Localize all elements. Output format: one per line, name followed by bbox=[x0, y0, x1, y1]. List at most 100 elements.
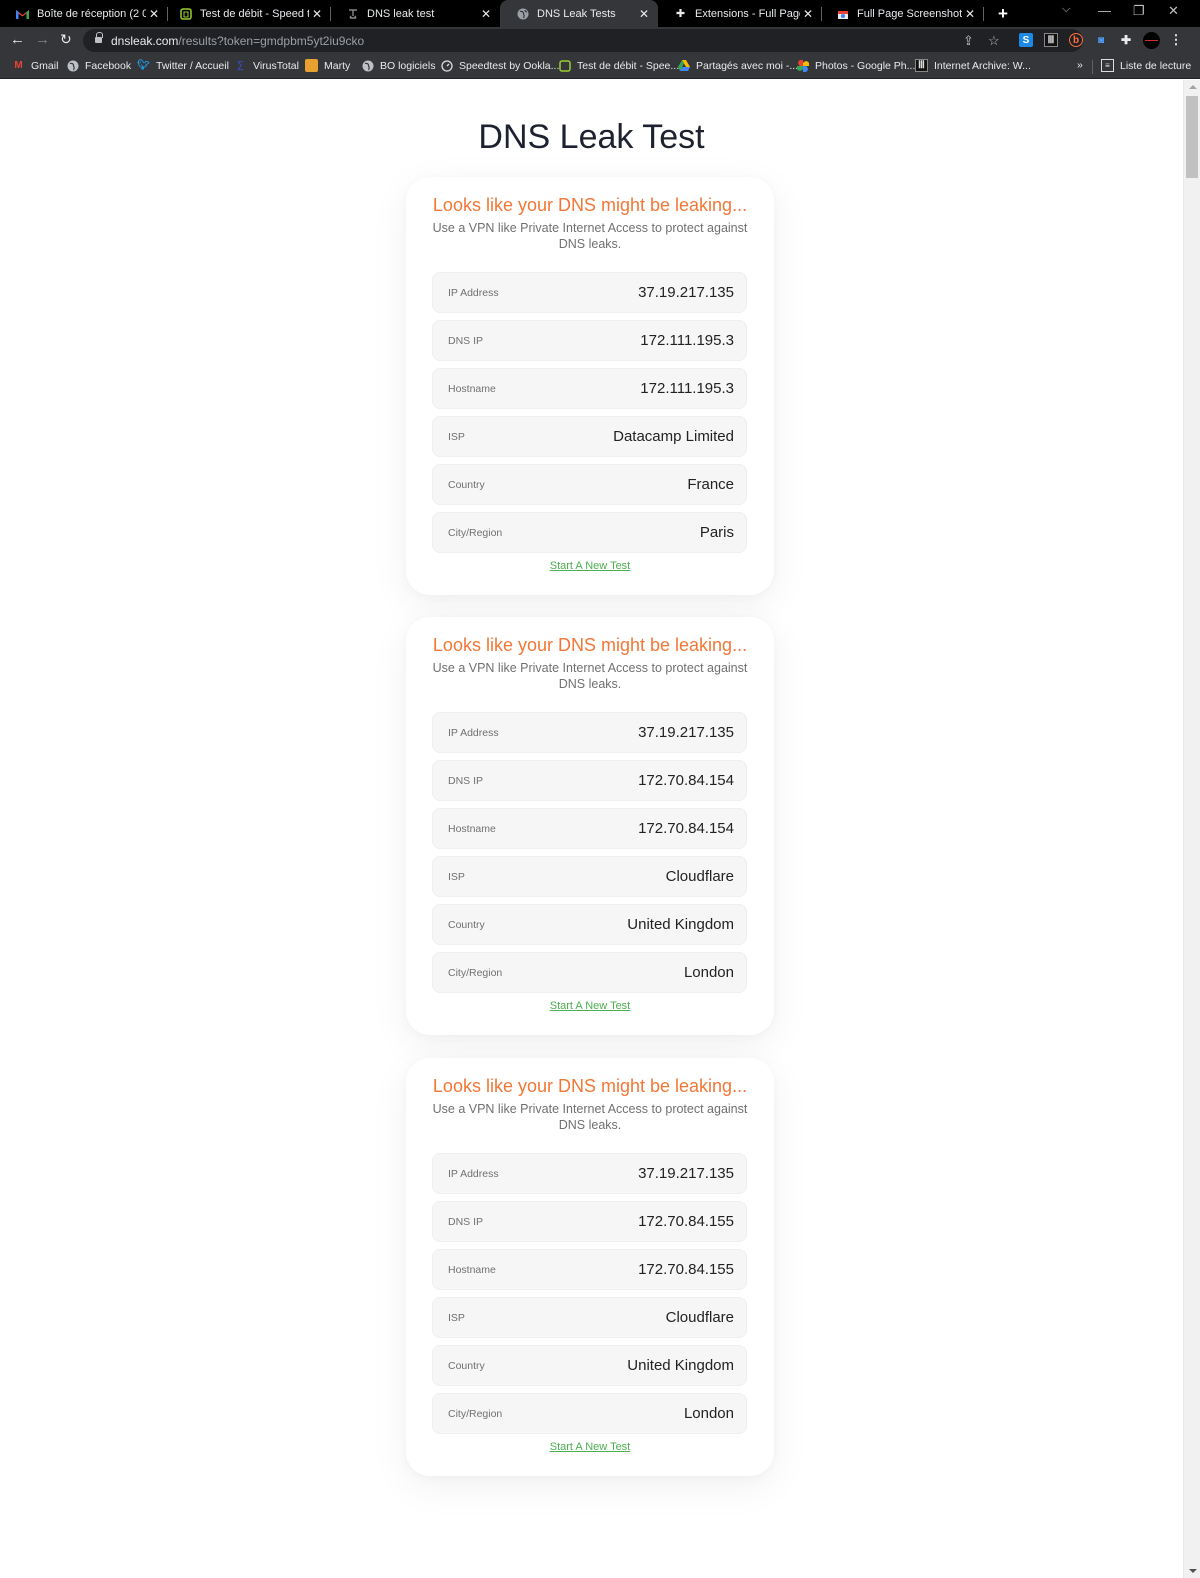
bookmark-gmail[interactable]: M Gmail bbox=[12, 59, 58, 72]
bookmark-marty[interactable]: Marty bbox=[305, 59, 350, 72]
leak-warning-heading: Looks like your DNS might be leaking... bbox=[432, 195, 748, 215]
twitter-icon: 🐦︎ bbox=[137, 60, 150, 71]
tab-dns-leak-tests[interactable]: DNS Leak Tests ✕ bbox=[500, 0, 658, 27]
start-new-test-link[interactable]: Start A New Test bbox=[406, 1441, 774, 1453]
extension-b-icon[interactable]: b bbox=[1069, 33, 1083, 47]
close-window-button[interactable]: ✕ bbox=[1168, 3, 1179, 19]
close-tab-icon[interactable]: ✕ bbox=[962, 7, 978, 21]
browser-toolbar: ← → ↻ dnsleak.com/results?token=gmdpbm5y… bbox=[0, 27, 1200, 54]
profile-avatar[interactable] bbox=[1143, 32, 1160, 49]
start-new-test-link[interactable]: Start A New Test bbox=[406, 560, 774, 572]
tab-gmail[interactable]: Boîte de réception (2 081) - ✕ bbox=[0, 0, 168, 27]
ip-address-row: IP Address 37.19.217.135 bbox=[432, 1153, 747, 1194]
url-text[interactable]: dnsleak.com/results?token=gmdpbm5yt2iu9c… bbox=[111, 34, 364, 48]
lock-icon[interactable] bbox=[95, 32, 103, 44]
speedtest-icon bbox=[558, 59, 571, 72]
bookmarks-overflow-button[interactable]: » bbox=[1077, 59, 1083, 71]
city-region-row: City/Region London bbox=[432, 1393, 747, 1434]
marty-icon bbox=[305, 59, 318, 72]
result-card: Looks like your DNS might be leaking... … bbox=[406, 617, 774, 1035]
google-drive-icon bbox=[677, 59, 690, 72]
vpn-recommendation: Use a VPN like Private Internet Access t… bbox=[432, 1102, 748, 1132]
tab-speed-test[interactable]: Test de débit - Speed test : ✕ bbox=[163, 0, 331, 27]
page-title: DNS Leak Test bbox=[478, 118, 705, 156]
screenshot-extension-icon[interactable]: ◙ bbox=[1094, 33, 1108, 47]
bookmark-twitter[interactable]: 🐦︎ Twitter / Accueil bbox=[137, 59, 229, 72]
reading-list-icon: ≡ bbox=[1101, 59, 1114, 72]
globe-icon bbox=[516, 7, 529, 20]
tab-separator bbox=[983, 7, 984, 21]
close-tab-icon[interactable]: ✕ bbox=[636, 7, 652, 21]
isp-row: ISP Datacamp Limited bbox=[432, 416, 747, 457]
bookmark-facebook[interactable]: Facebook bbox=[66, 59, 131, 72]
bookmark-virustotal[interactable]: ∑ VirusTotal bbox=[234, 59, 299, 72]
scrollbar-thumb[interactable] bbox=[1186, 96, 1198, 178]
ip-address-row: IP Address 37.19.217.135 bbox=[432, 272, 747, 313]
close-tab-icon[interactable]: ✕ bbox=[146, 7, 162, 21]
speedtest-ookla-icon bbox=[440, 59, 453, 72]
globe-icon bbox=[66, 59, 79, 72]
vertical-scrollbar[interactable] bbox=[1183, 80, 1200, 1578]
google-photos-icon bbox=[796, 59, 809, 72]
speedtest-icon bbox=[179, 7, 192, 20]
hostname-row: Hostname 172.70.84.155 bbox=[432, 1249, 747, 1290]
webstore-icon bbox=[836, 7, 849, 20]
back-button[interactable]: ← bbox=[10, 31, 25, 48]
isp-row: ISP Cloudflare bbox=[432, 856, 747, 897]
hostname-row: Hostname 172.111.195.3 bbox=[432, 368, 747, 409]
gmail-icon: M bbox=[14, 60, 23, 71]
city-region-row: City/Region London bbox=[432, 952, 747, 993]
ip-address-row: IP Address 37.19.217.135 bbox=[432, 712, 747, 753]
puzzle-icon: ✚ bbox=[675, 8, 686, 20]
hostname-row: Hostname 172.70.84.154 bbox=[432, 808, 747, 849]
close-tab-icon[interactable]: ✕ bbox=[478, 7, 494, 21]
bookmarks-divider bbox=[1092, 60, 1093, 74]
reading-list-button[interactable]: ≡ Liste de lecture bbox=[1101, 59, 1191, 72]
tab-search-icon[interactable]: ⌵ bbox=[1062, 3, 1070, 16]
bookmark-speedtest-ookla[interactable]: Speedtest by Ookla... bbox=[440, 59, 559, 72]
tab-dns-leak-test[interactable]: DNS leak test ✕ bbox=[330, 0, 500, 27]
minimize-button[interactable]: — bbox=[1098, 3, 1111, 18]
result-card: Looks like your DNS might be leaking... … bbox=[406, 1058, 774, 1476]
extension-s-icon[interactable]: S bbox=[1019, 33, 1033, 47]
country-row: Country France bbox=[432, 464, 747, 505]
gmail-icon bbox=[16, 7, 29, 20]
bookmark-google-drive[interactable]: Partagés avec moi -... bbox=[677, 59, 798, 72]
scroll-down-arrow-icon[interactable] bbox=[1189, 1569, 1197, 1573]
bookmark-test-de-debit[interactable]: Test de débit - Spee... bbox=[558, 59, 679, 72]
bookmark-bo-logiciels[interactable]: BO logiciels bbox=[361, 59, 435, 72]
tab-extensions[interactable]: ✚ Extensions - Full Page Scree ✕ bbox=[658, 0, 822, 27]
dnsleaktest-icon bbox=[346, 7, 359, 20]
result-card: Looks like your DNS might be leaking... … bbox=[406, 177, 774, 595]
tab-full-page-screenshot[interactable]: Full Page Screenshot - Chro ✕ bbox=[820, 0, 984, 27]
start-new-test-link[interactable]: Start A New Test bbox=[406, 1000, 774, 1012]
share-icon[interactable]: ⇪ bbox=[963, 33, 974, 49]
extensions-puzzle-icon[interactable]: ✚ bbox=[1119, 33, 1133, 47]
city-region-row: City/Region Paris bbox=[432, 512, 747, 553]
new-tab-button[interactable]: + bbox=[998, 4, 1008, 24]
scroll-up-arrow-icon[interactable] bbox=[1189, 85, 1197, 89]
vpn-recommendation: Use a VPN like Private Internet Access t… bbox=[432, 221, 748, 251]
close-tab-icon[interactable]: ✕ bbox=[309, 7, 325, 21]
close-tab-icon[interactable]: ✕ bbox=[800, 7, 816, 21]
leak-warning-heading: Looks like your DNS might be leaking... bbox=[432, 635, 748, 655]
isp-row: ISP Cloudflare bbox=[432, 1297, 747, 1338]
dns-ip-row: DNS IP 172.111.195.3 bbox=[432, 320, 747, 361]
internet-archive-extension-icon[interactable]: Ⅲ bbox=[1044, 33, 1058, 47]
bookmark-google-photos[interactable]: Photos - Google Ph... bbox=[796, 59, 915, 72]
menu-kebab-icon[interactable]: ⋮ bbox=[1169, 32, 1183, 47]
leak-warning-heading: Looks like your DNS might be leaking... bbox=[432, 1076, 748, 1096]
page-viewport: DNS Leak Test Looks like your DNS might … bbox=[0, 80, 1183, 1578]
bookmark-internet-archive[interactable]: Ⅲ Internet Archive: W... bbox=[915, 59, 1031, 72]
country-row: Country United Kingdom bbox=[432, 1345, 747, 1386]
dns-ip-row: DNS IP 172.70.84.155 bbox=[432, 1201, 747, 1242]
address-bar[interactable]: dnsleak.com/results?token=gmdpbm5yt2iu9c… bbox=[83, 29, 1083, 52]
country-row: Country United Kingdom bbox=[432, 904, 747, 945]
reload-button[interactable]: ↻ bbox=[60, 31, 72, 48]
tab-strip: Boîte de réception (2 081) - ✕ Test de d… bbox=[0, 0, 1200, 27]
virustotal-icon: ∑ bbox=[236, 60, 245, 71]
forward-button[interactable]: → bbox=[35, 31, 50, 48]
bookmark-star-icon[interactable]: ☆ bbox=[988, 33, 1000, 49]
dns-ip-row: DNS IP 172.70.84.154 bbox=[432, 760, 747, 801]
restore-button[interactable]: ❐ bbox=[1133, 3, 1145, 19]
